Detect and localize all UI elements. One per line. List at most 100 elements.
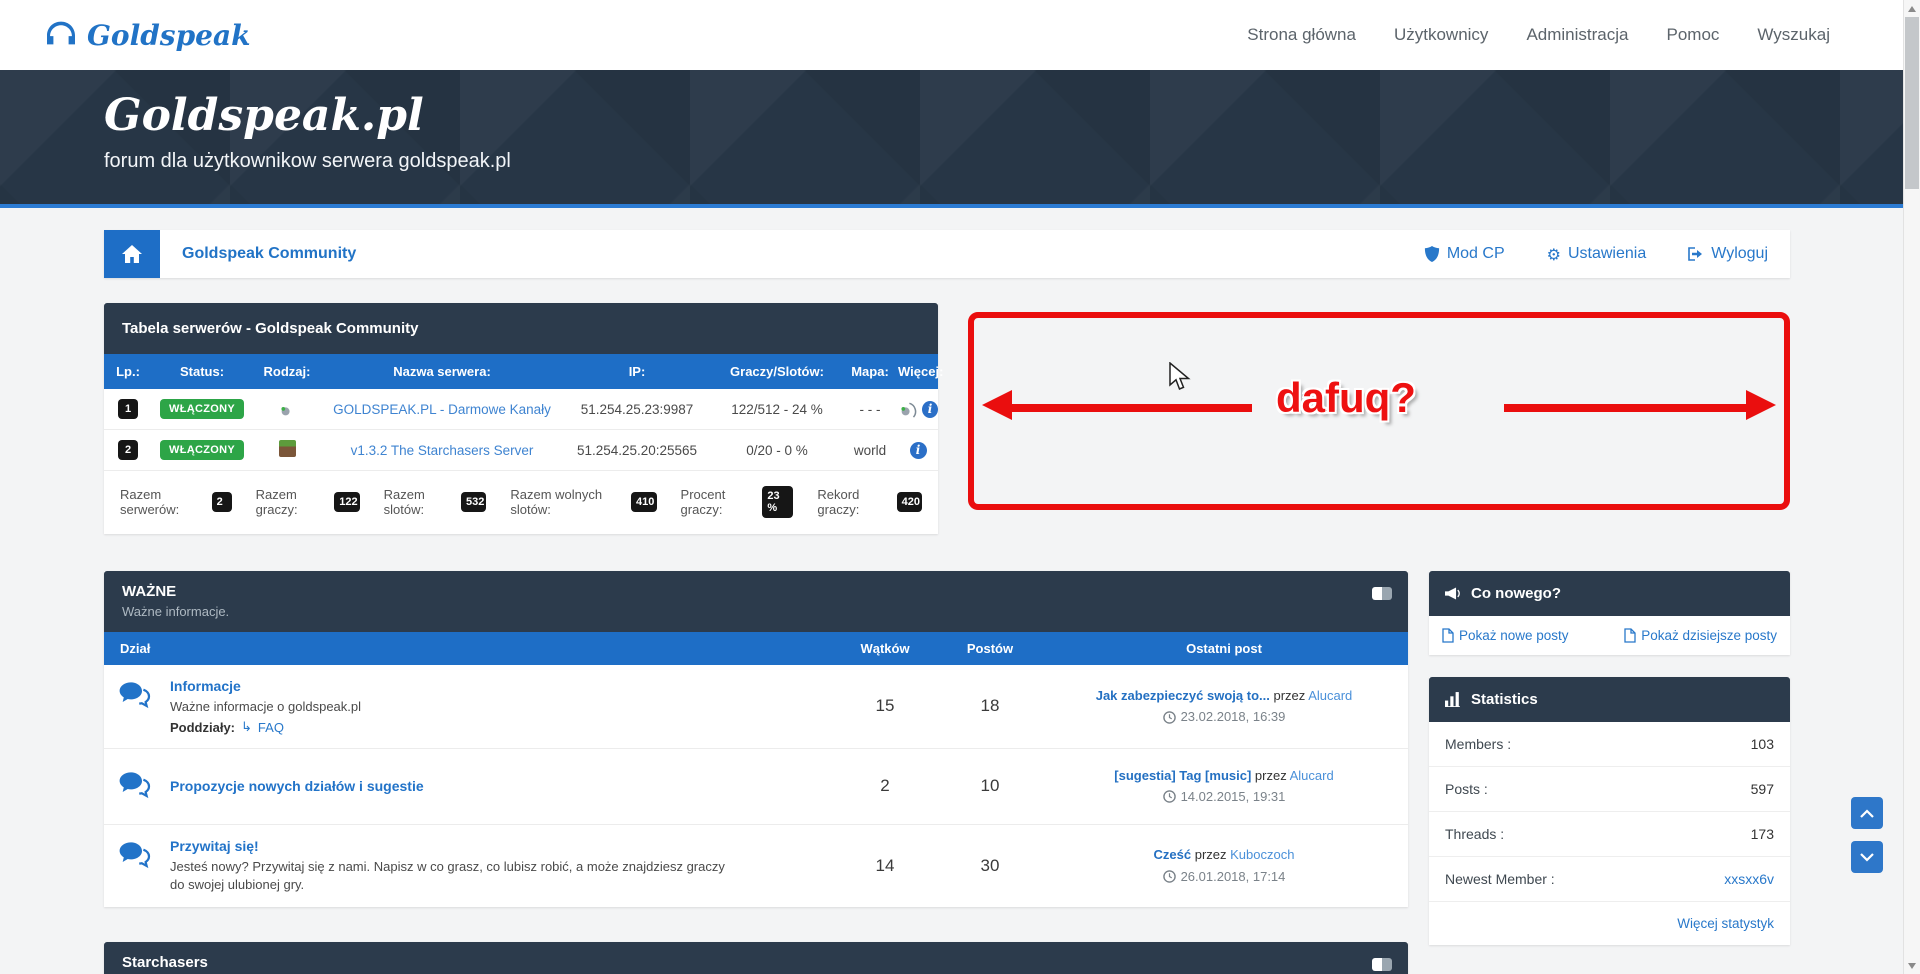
total-value-badge: 2 (212, 492, 232, 512)
last-post-date: 14.02.2015, 19:31 (1181, 787, 1286, 807)
total-label: Razem graczy: (256, 487, 329, 517)
total-label: Razem slotów: (384, 487, 455, 517)
comments-icon (118, 678, 152, 714)
server-map: world (842, 443, 898, 458)
last-post-cell: Cześć przez Kuboczoch 26.01.2018, 17:14 (1040, 845, 1408, 886)
nav-item-search[interactable]: Wyszukaj (1757, 25, 1830, 45)
section-wazne: WAŻNE Ważne informacje. Dział Wątków Pos… (104, 571, 1408, 907)
total-label: Procent graczy: (681, 487, 757, 517)
forum-link[interactable]: Przywitaj się! (170, 838, 730, 854)
scrollbar-down-arrow[interactable] (1904, 957, 1920, 974)
scroll-bottom-button[interactable] (1851, 841, 1883, 873)
site-logo[interactable]: Goldspeak (45, 19, 251, 52)
by-label: przez (1255, 768, 1287, 783)
last-post-date: 23.02.2018, 16:39 (1181, 707, 1286, 727)
section-title: WAŻNE (122, 583, 1390, 600)
threads-count: 2 (830, 776, 940, 796)
col-ip: IP: (562, 364, 712, 379)
scrollbar[interactable] (1903, 0, 1920, 974)
logout-link[interactable]: Wyloguj (1688, 245, 1768, 263)
scrollbar-thumb[interactable] (1905, 17, 1919, 189)
last-post-user[interactable]: Alucard (1290, 768, 1334, 783)
threads-count: 15 (830, 696, 940, 716)
clock-icon (1163, 790, 1176, 803)
settings-label: Ustawienia (1568, 245, 1646, 263)
last-post-cell: [sugestia] Tag [music] przez Alucard 14.… (1040, 766, 1408, 807)
total-value-badge: 410 (631, 492, 657, 512)
subforum-link[interactable]: FAQ (258, 720, 284, 735)
scroll-top-button[interactable] (1851, 797, 1883, 829)
col-players: Graczy/Slotów: (712, 364, 842, 379)
show-new-posts-link[interactable]: Pokaż nowe posty (1442, 628, 1569, 643)
info-icon[interactable]: i (910, 442, 927, 459)
brand-name: Goldspeak (87, 19, 251, 52)
teamspeak-icon[interactable] (898, 400, 917, 419)
comments-icon (118, 768, 152, 804)
server-row: 1 WŁĄCZONY GOLDSPEAK.PL - Darmowe Kanały… (104, 389, 938, 430)
col-forum: Dział (104, 641, 830, 656)
home-button[interactable] (104, 230, 160, 278)
minecraft-icon (279, 440, 296, 457)
settings-link[interactable]: ⚙ Ustawienia (1547, 245, 1647, 264)
total-label: Razem serwerów: (120, 487, 206, 517)
forum-link[interactable]: Informacje (170, 678, 361, 694)
col-status: Status: (152, 364, 252, 379)
forum-row: Propozycje nowych działów i sugestie 2 1… (104, 749, 1408, 825)
server-map: - - - (842, 402, 898, 417)
home-icon (122, 245, 142, 263)
server-name-link[interactable]: v1.3.2 The Starchasers Server (351, 443, 534, 458)
megaphone-icon (1445, 586, 1462, 601)
gears-icon: ⚙ (1547, 245, 1561, 264)
server-row: 2 WŁĄCZONY v1.3.2 The Starchasers Server… (104, 430, 938, 471)
document-icon (1624, 628, 1636, 643)
collapse-icon[interactable] (1372, 958, 1392, 971)
statistics-box: Statistics Members : 103 Posts : 597 Thr… (1429, 677, 1790, 945)
stat-label: Members : (1445, 736, 1511, 752)
sidebar: Co nowego? Pokaż nowe posty Pokaż dzisie… (1429, 571, 1790, 967)
section-starchasers: Starchasers Strefa grupy Starchasers. Dz… (104, 942, 1408, 974)
server-name-link[interactable]: GOLDSPEAK.PL - Darmowe Kanały (333, 402, 551, 417)
stat-value: 173 (1751, 826, 1774, 842)
last-post-link[interactable]: [sugestia] Tag [music] (1114, 768, 1251, 783)
nav-item-users[interactable]: Użytkownicy (1394, 25, 1488, 45)
more-stats-link[interactable]: Więcej statystyk (1429, 902, 1790, 945)
nav-item-admin[interactable]: Administracja (1526, 25, 1628, 45)
breadcrumb-title[interactable]: Goldspeak Community (182, 245, 356, 263)
main-row: WAŻNE Ważne informacje. Dział Wątków Pos… (104, 571, 1790, 974)
hero-banner: Goldspeak.pl forum dla użytkownikow serw… (0, 70, 1920, 208)
logout-label: Wyloguj (1711, 245, 1768, 263)
last-post-user[interactable]: Alucard (1308, 688, 1352, 703)
forum-row: Przywitaj się! Jesteś nowy? Przywitaj si… (104, 825, 1408, 907)
document-icon (1442, 628, 1454, 643)
nav-item-home[interactable]: Strona główna (1247, 25, 1356, 45)
last-post-user[interactable]: Kuboczoch (1230, 847, 1294, 862)
headphones-icon (45, 20, 77, 50)
info-icon[interactable]: i (922, 401, 938, 418)
modcp-link[interactable]: Mod CP (1424, 245, 1505, 263)
server-table-card: Tabela serwerów - Goldspeak Community Lp… (104, 303, 938, 534)
forum-link[interactable]: Propozycje nowych działów i sugestie (170, 778, 424, 794)
collapse-icon[interactable] (1372, 587, 1392, 600)
server-totals: Razem serwerów:2 Razem graczy:122 Razem … (104, 471, 938, 534)
modcp-label: Mod CP (1447, 245, 1505, 263)
show-today-posts-link[interactable]: Pokaż dzisiejsze posty (1624, 628, 1777, 643)
chevron-up-icon (1860, 809, 1874, 818)
hero-subtitle: forum dla użytkownikow serwera goldspeak… (104, 150, 1920, 173)
stat-value: 597 (1751, 781, 1774, 797)
annotation-text: dafuq? (1276, 374, 1416, 422)
arrow-right-head (1746, 390, 1776, 420)
section-header: WAŻNE Ważne informacje. (104, 571, 1408, 632)
server-players: 122/512 - 24 % (712, 402, 842, 417)
nav-item-help[interactable]: Pomoc (1666, 25, 1719, 45)
scrollbar-up-arrow[interactable] (1904, 0, 1920, 17)
newest-member-link[interactable]: xxsxx6v (1724, 871, 1774, 887)
total-value-badge: 23 % (762, 486, 793, 518)
last-post-link[interactable]: Jak zabezpieczyć swoją to... (1096, 688, 1270, 703)
col-last-post: Ostatni post (1040, 641, 1408, 656)
signout-icon (1688, 246, 1704, 262)
last-post-link[interactable]: Cześć (1154, 847, 1192, 862)
col-name: Nazwa serwera: (322, 364, 562, 379)
forum-column: WAŻNE Ważne informacje. Dział Wątków Pos… (104, 571, 1408, 974)
section-subtitle: Ważne informacje. (122, 604, 1390, 619)
top-nav-links: Strona główna Użytkownicy Administracja … (1247, 25, 1830, 45)
